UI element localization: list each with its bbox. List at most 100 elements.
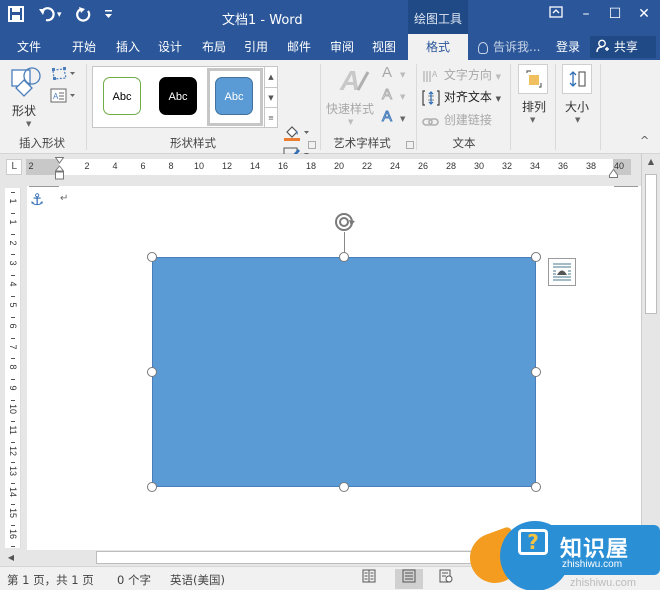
gallery-scroll-down[interactable]: ▼ [264,87,277,107]
edit-shape-icon[interactable] [50,66,76,85]
group-label-insert-shapes: 插入形状 [19,136,65,150]
ribbon-tabs: 文件 开始 插入 设计 布局 引用 邮件 审阅 视图 格式 告诉我... 登录 … [0,34,660,60]
web-layout-icon[interactable] [434,569,458,589]
shape-style-black[interactable]: Abc [159,77,197,115]
text-fill-icon[interactable]: A [382,64,392,81]
dialog-launcher-icon[interactable] [406,141,414,149]
ruler-tick-mark [11,400,15,401]
ruler-tick-mark [11,192,15,193]
scroll-left-button[interactable]: ◀ [4,551,18,565]
save-icon[interactable] [8,6,24,27]
read-mode-icon[interactable] [357,569,381,589]
ruler-tick-mark [11,337,15,339]
vertical-ruler[interactable]: 11234567891011121314151617 [5,188,21,560]
shapes-button[interactable]: 形状 ▼ [6,64,44,130]
quick-styles-button[interactable]: A 快速样式 ▼ [324,62,378,128]
text-effects-icon[interactable]: A [381,108,392,126]
rectangle-shape[interactable] [152,257,536,487]
print-layout-icon[interactable] [395,569,423,589]
page-count[interactable]: 第 1 页，共 1 页 [7,572,94,588]
text-direction-icon: A [422,69,440,83]
maximize-button[interactable]: ☐ [603,4,627,24]
gallery-more[interactable]: ≡ [264,107,277,127]
tab-layout[interactable]: 布局 [202,34,226,60]
group-separator [320,64,321,150]
first-line-indent-marker[interactable] [54,157,65,186]
monitor-question-icon: ? [518,529,548,555]
ruler-tick-mark [11,379,15,381]
layout-options-button[interactable] [548,258,576,286]
tell-me-search[interactable]: 告诉我... [478,34,540,60]
shape-style-blue[interactable]: Abc [215,77,253,115]
undo-icon[interactable] [38,6,56,27]
redo-icon[interactable] [76,6,92,27]
create-link-button[interactable]: 创建链接 [422,111,492,128]
resize-handle-bottom-left[interactable] [147,482,157,492]
tab-format[interactable]: 格式 [408,34,468,60]
chevron-down-icon: ▼ [495,73,502,81]
ruler-area: L 2 2 4 6 8 10 12 14 16 18 20 22 24 26 28 30 32 34 36 38 40 [0,154,660,186]
ruler-tick-label: 13 [8,466,18,477]
sign-in-link[interactable]: 登录 [556,34,580,60]
ruler-tick-label: 12 [221,161,233,171]
ruler-tick-mark [11,524,15,526]
title-bar: ▾ 文档1 - Word 绘图工具 – ☐ ✕ [0,0,660,36]
undo-dropdown-icon[interactable]: ▾ [57,6,62,24]
resize-handle-bottom-right[interactable] [531,482,541,492]
align-text-button[interactable]: 对齐文本 ▼ [422,88,501,106]
share-button[interactable]: 共享 [590,36,656,58]
group-size[interactable]: 大小 ▼ [557,60,599,154]
resize-handle-top[interactable] [339,252,349,262]
text-direction-button[interactable]: A 文字方向 ▼ [422,66,501,83]
vertical-scroll-thumb[interactable] [645,174,657,314]
vertical-scrollbar[interactable]: ▲ [641,154,660,550]
close-button[interactable]: ✕ [632,4,656,24]
rotate-handle-icon[interactable] [333,211,357,237]
shape-style-white[interactable]: Abc [103,77,141,115]
drawing-tools-context-label: 绘图工具 [408,0,468,36]
group-separator [86,64,87,150]
text-outline-icon[interactable]: A [381,86,392,104]
tab-home[interactable]: 开始 [72,34,96,60]
resize-handle-bottom[interactable] [339,482,349,492]
ruler-tick-label: 2 [8,240,18,246]
ruler-tick-label: 9 [8,385,18,391]
tab-selector[interactable]: L [6,159,22,175]
tab-design[interactable]: 设计 [158,34,182,60]
group-separator [600,64,601,150]
chevron-down-icon: ▼ [575,116,581,124]
horizontal-scroll-thumb[interactable] [96,551,476,564]
word-count[interactable]: 0 个字 [117,572,151,588]
group-separator [416,64,417,150]
resize-handle-right[interactable] [531,367,541,377]
resize-handle-top-left[interactable] [147,252,157,262]
ruler-tick-mark [11,504,15,505]
tab-references[interactable]: 引用 [244,34,268,60]
resize-handle-left[interactable] [147,367,157,377]
language-indicator[interactable]: 英语(美国) [170,572,225,588]
customize-quick-access-icon[interactable] [104,6,114,26]
ruler-tick-label: 12 [8,445,18,456]
minimize-button[interactable]: – [574,4,598,24]
ribbon-display-options-button[interactable] [544,4,568,24]
gallery-scroll-up[interactable]: ▲ [264,67,277,87]
tab-mailings[interactable]: 邮件 [287,34,311,60]
ruler-tick-label: 18 [305,161,317,171]
group-arrange[interactable]: 排列 ▼ [512,60,554,154]
resize-handle-top-right[interactable] [531,252,541,262]
tab-file[interactable]: 文件 [17,34,41,60]
text-box-icon[interactable]: A [50,88,76,107]
shape-fill-icon[interactable] [282,124,312,145]
tab-review[interactable]: 审阅 [330,34,354,60]
tab-view[interactable]: 视图 [372,34,396,60]
tab-insert[interactable]: 插入 [116,34,140,60]
wordart-quick-styles-icon: A [338,64,370,99]
collapse-ribbon-icon[interactable]: ^ [640,134,649,147]
horizontal-ruler[interactable]: 2 2 4 6 8 10 12 14 16 18 20 22 24 26 28 30 32 34 36 38 40 [26,157,631,180]
ruler-tick-mark [11,420,15,422]
scroll-up-button[interactable]: ▲ [644,157,658,171]
group-separator [555,64,556,150]
ruler-tick-label: 24 [389,161,401,171]
right-indent-marker[interactable] [609,167,618,181]
ruler-tick-label: 14 [8,487,18,498]
